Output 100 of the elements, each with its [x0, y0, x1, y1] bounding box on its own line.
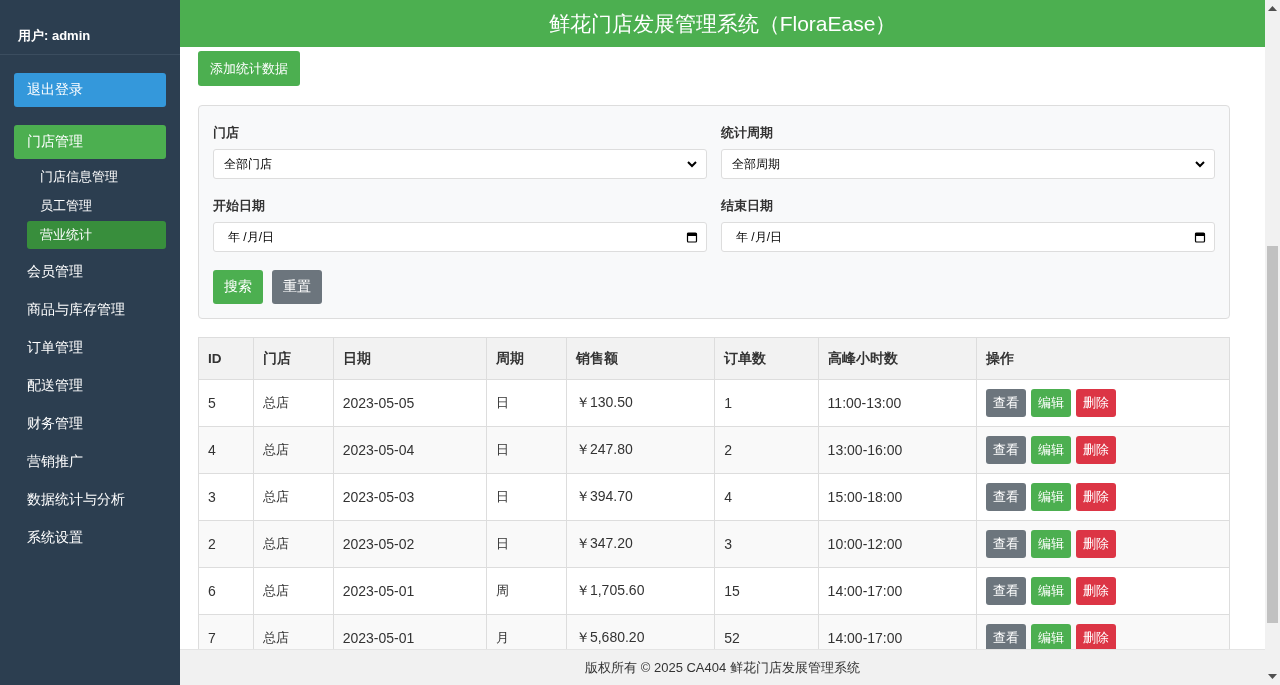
- table-cell: ￥130.50: [566, 379, 715, 427]
- chevron-down-icon: [686, 158, 698, 170]
- nav-item[interactable]: 系统设置: [14, 521, 166, 555]
- table-cell: 4: [198, 426, 254, 474]
- table-cell: 2023-05-02: [333, 520, 487, 568]
- view-button[interactable]: 查看: [986, 483, 1027, 511]
- column-header: 门店: [253, 337, 334, 380]
- nav-item[interactable]: 数据统计与分析: [14, 483, 166, 517]
- table-cell: 周: [486, 567, 567, 615]
- scroll-down-arrow-icon[interactable]: [1268, 674, 1277, 680]
- table-cell: 11:00-13:00: [818, 379, 977, 427]
- table-cell: 总店: [253, 614, 334, 649]
- table-cell: 10:00-12:00: [818, 520, 977, 568]
- table-cell: 13:00-16:00: [818, 426, 977, 474]
- table-cell: 日: [486, 426, 567, 474]
- scroll-up-arrow-icon[interactable]: [1268, 5, 1277, 11]
- table-cell: 52: [714, 614, 819, 649]
- field-label: 门店: [213, 124, 240, 142]
- table-cell: 14:00-17:00: [818, 567, 977, 615]
- table-cell: 总店: [253, 473, 334, 521]
- date-input[interactable]: 年 /月/日: [213, 222, 707, 252]
- edit-button[interactable]: 编辑: [1031, 436, 1072, 464]
- table-cell: 总店: [253, 520, 334, 568]
- edit-button[interactable]: 编辑: [1031, 530, 1072, 558]
- table-cell: ￥1,705.60: [566, 567, 715, 615]
- nav-item[interactable]: 订单管理: [14, 331, 166, 365]
- column-header: ID: [198, 337, 254, 380]
- delete-button[interactable]: 删除: [1076, 389, 1117, 417]
- select-dropdown[interactable]: 全部门店: [213, 149, 707, 179]
- table-cell: 日: [486, 473, 567, 521]
- table-cell: ￥347.20: [566, 520, 715, 568]
- view-button[interactable]: 查看: [986, 389, 1027, 417]
- add-stats-button[interactable]: 添加统计数据: [198, 51, 300, 86]
- table-cell: 2023-05-04: [333, 426, 487, 474]
- table-cell: 日: [486, 379, 567, 427]
- nav-item[interactable]: 财务管理: [14, 407, 166, 441]
- table-cell: 5: [198, 379, 254, 427]
- table-cell: 15:00-18:00: [818, 473, 977, 521]
- column-header: 操作: [976, 337, 1230, 380]
- table-cell: ￥247.80: [566, 426, 715, 474]
- delete-button[interactable]: 删除: [1076, 436, 1117, 464]
- column-header: 订单数: [714, 337, 819, 380]
- table-cell: 3: [714, 520, 819, 568]
- table-cell: 总店: [253, 567, 334, 615]
- table-cell: 2023-05-01: [333, 567, 487, 615]
- table-cell: 总店: [253, 426, 334, 474]
- view-button[interactable]: 查看: [986, 624, 1027, 649]
- sub-nav-item[interactable]: 员工管理: [27, 192, 166, 220]
- table-cell: 3: [198, 473, 254, 521]
- table-cell: 月: [486, 614, 567, 649]
- logout-button[interactable]: 退出登录: [14, 73, 166, 107]
- field-label: 结束日期: [721, 197, 774, 215]
- column-header: 高峰小时数: [818, 337, 977, 380]
- table-cell: 2023-05-01: [333, 614, 487, 649]
- nav-item[interactable]: 门店管理: [14, 125, 166, 159]
- table-cell: 2023-05-03: [333, 473, 487, 521]
- table-cell: 6: [198, 567, 254, 615]
- delete-button[interactable]: 删除: [1076, 483, 1117, 511]
- table-cell: ￥394.70: [566, 473, 715, 521]
- sub-nav-item[interactable]: 营业统计: [27, 221, 166, 249]
- edit-button[interactable]: 编辑: [1031, 577, 1072, 605]
- select-dropdown[interactable]: 全部周期: [721, 149, 1215, 179]
- table-cell: 1: [714, 379, 819, 427]
- edit-button[interactable]: 编辑: [1031, 483, 1072, 511]
- table-cell: 7: [198, 614, 254, 649]
- page-title: 鲜花门店发展管理系统（FloraEase）: [180, 0, 1265, 47]
- table-cell: 14:00-17:00: [818, 614, 977, 649]
- nav-item[interactable]: 营销推广: [14, 445, 166, 479]
- column-header: 日期: [333, 337, 487, 380]
- column-header: 周期: [486, 337, 567, 380]
- nav-item[interactable]: 配送管理: [14, 369, 166, 403]
- field-label: 统计周期: [721, 124, 774, 142]
- view-button[interactable]: 查看: [986, 577, 1027, 605]
- nav-item[interactable]: 会员管理: [14, 255, 166, 289]
- delete-button[interactable]: 删除: [1076, 624, 1117, 649]
- date-input[interactable]: 年 /月/日: [721, 222, 1215, 252]
- view-button[interactable]: 查看: [986, 436, 1027, 464]
- field-label: 开始日期: [213, 197, 266, 215]
- delete-button[interactable]: 删除: [1076, 577, 1117, 605]
- calendar-icon: [686, 231, 698, 243]
- delete-button[interactable]: 删除: [1076, 530, 1117, 558]
- edit-button[interactable]: 编辑: [1031, 389, 1072, 417]
- table-cell: 2023-05-05: [333, 379, 487, 427]
- table-cell: 总店: [253, 379, 334, 427]
- chevron-down-icon: [1194, 158, 1206, 170]
- table-cell: ￥5,680.20: [566, 614, 715, 649]
- table-cell: 15: [714, 567, 819, 615]
- table-cell: 4: [714, 473, 819, 521]
- nav-item[interactable]: 商品与库存管理: [14, 293, 166, 327]
- footer-text: 版权所有 © 2025 CA404 鲜花门店发展管理系统: [180, 649, 1265, 685]
- sub-nav-item[interactable]: 门店信息管理: [27, 163, 166, 191]
- edit-button[interactable]: 编辑: [1031, 624, 1072, 649]
- reset-button[interactable]: 重置: [272, 270, 322, 304]
- scrollbar[interactable]: [1265, 0, 1280, 685]
- table-cell: 2: [198, 520, 254, 568]
- view-button[interactable]: 查看: [986, 530, 1027, 558]
- calendar-icon: [1194, 231, 1206, 243]
- search-button[interactable]: 搜索: [213, 270, 263, 304]
- table-cell: 2: [714, 426, 819, 474]
- column-header: 销售额: [566, 337, 715, 380]
